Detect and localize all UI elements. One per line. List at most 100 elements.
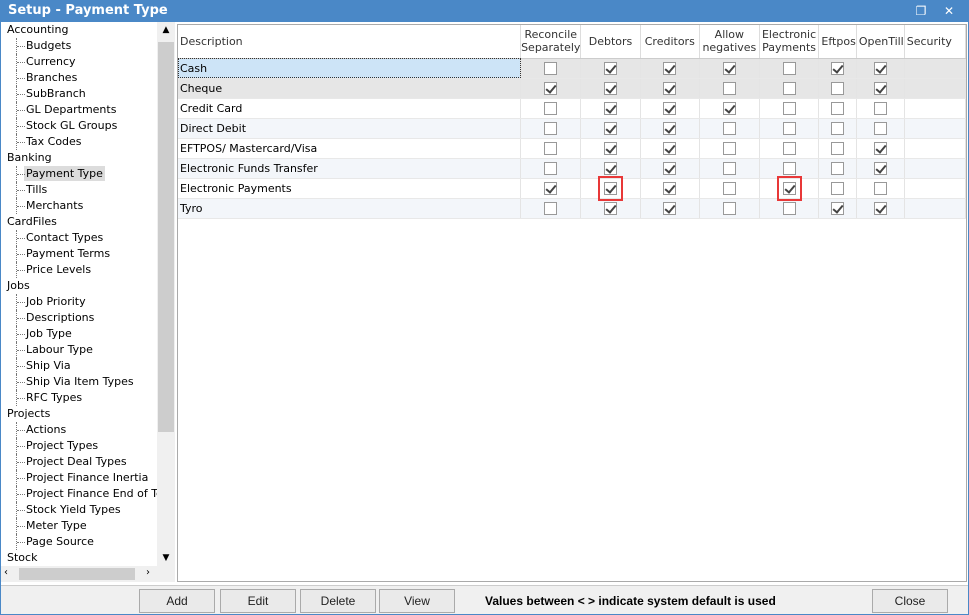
description-cell[interactable]: Cheque (178, 78, 522, 99)
checked-checkbox[interactable] (604, 141, 617, 155)
checked-checkbox[interactable] (663, 101, 677, 115)
checked-checkbox[interactable] (722, 61, 736, 75)
checked-checkbox[interactable] (873, 81, 887, 95)
unchecked-checkbox[interactable] (831, 181, 845, 195)
description-cell[interactable]: Electronic Funds Transfer (178, 158, 522, 179)
table-row[interactable]: Credit Card (178, 98, 967, 119)
tree-item[interactable]: Tills (1, 182, 157, 198)
scroll-thumb[interactable] (158, 42, 174, 432)
unchecked-checkbox[interactable] (544, 61, 558, 75)
description-cell[interactable]: Credit Card (178, 98, 522, 119)
tree-item[interactable]: Stock Yield Types (1, 502, 157, 518)
tree-item[interactable]: GL Departments (1, 102, 157, 118)
scroll-right-icon[interactable]: › (146, 567, 150, 578)
checked-checkbox[interactable] (663, 201, 677, 215)
checked-checkbox[interactable] (604, 121, 617, 135)
scroll-left-icon[interactable]: ‹ (4, 567, 8, 578)
unchecked-checkbox[interactable] (722, 181, 736, 195)
table-row[interactable]: Electronic Payments (178, 175, 967, 201)
restore-icon[interactable]: ❐ (910, 0, 932, 22)
tree-item[interactable]: Currency (1, 54, 157, 70)
column-header[interactable]: Description (178, 25, 522, 59)
unchecked-checkbox[interactable] (782, 161, 796, 175)
tree-category[interactable]: CardFiles (1, 214, 157, 230)
tree-item[interactable]: Stock GL Groups (1, 118, 157, 134)
unchecked-checkbox[interactable] (831, 101, 845, 115)
tree-category[interactable]: Banking (1, 150, 157, 166)
checked-checkbox[interactable] (873, 161, 887, 175)
scroll-thumb[interactable] (19, 568, 135, 580)
tree-item[interactable]: Price Levels (1, 262, 157, 278)
tree-item[interactable]: Page Source (1, 534, 157, 550)
checked-checkbox[interactable] (663, 161, 677, 175)
tree-item[interactable]: Ship Via Item Types (1, 374, 157, 390)
checked-checkbox[interactable] (831, 201, 845, 215)
unchecked-checkbox[interactable] (782, 141, 796, 155)
description-cell[interactable]: Tyro (178, 198, 522, 219)
unchecked-checkbox[interactable] (782, 81, 796, 95)
table-row[interactable]: EFTPOS/ Mastercard/Visa (178, 138, 967, 159)
unchecked-checkbox[interactable] (544, 141, 558, 155)
checked-checkbox[interactable] (604, 201, 617, 215)
tree-item[interactable]: Project Finance End of Term (1, 486, 157, 502)
tree-item[interactable]: Job Type (1, 326, 157, 342)
delete-button[interactable]: Delete (300, 589, 376, 613)
scroll-down-icon[interactable]: ▼ (157, 550, 175, 566)
checked-checkbox[interactable] (831, 61, 845, 75)
checked-checkbox[interactable] (604, 61, 617, 75)
tree-item[interactable]: Ship Via (1, 358, 157, 374)
unchecked-checkbox[interactable] (722, 121, 736, 135)
unchecked-checkbox[interactable] (831, 141, 845, 155)
checked-checkbox[interactable] (663, 181, 677, 195)
unchecked-checkbox[interactable] (544, 161, 558, 175)
unchecked-checkbox[interactable] (831, 121, 845, 135)
tree-item[interactable]: Payment Terms (1, 246, 157, 262)
checked-checkbox[interactable] (663, 61, 677, 75)
tree-item[interactable]: Contact Types (1, 230, 157, 246)
unchecked-checkbox[interactable] (782, 101, 796, 115)
checked-checkbox[interactable] (663, 141, 677, 155)
column-header[interactable]: Reconcile Separately (520, 25, 582, 59)
checked-checkbox[interactable] (544, 81, 558, 95)
view-button[interactable]: View (379, 589, 455, 613)
unchecked-checkbox[interactable] (722, 201, 736, 215)
checked-checkbox[interactable] (873, 141, 887, 155)
column-header[interactable]: Debtors (580, 25, 641, 59)
security-cell[interactable] (904, 198, 967, 219)
table-row[interactable]: Cheque (178, 78, 967, 99)
description-cell[interactable]: Electronic Payments (178, 178, 522, 199)
checked-checkbox[interactable] (604, 101, 617, 115)
tree-item[interactable]: Tax Codes (1, 134, 157, 150)
close-button[interactable]: Close (872, 589, 948, 613)
checked-checkbox[interactable] (663, 81, 677, 95)
description-cell[interactable]: Cash (178, 58, 522, 79)
unchecked-checkbox[interactable] (873, 121, 887, 135)
description-cell[interactable]: Direct Debit (178, 118, 522, 139)
column-header[interactable]: Allow negatives (699, 25, 760, 59)
unchecked-checkbox[interactable] (544, 101, 558, 115)
column-header[interactable]: OpenTill (856, 25, 905, 59)
unchecked-checkbox[interactable] (782, 201, 796, 215)
table-row[interactable]: Electronic Funds Transfer (178, 158, 967, 179)
security-cell[interactable] (904, 178, 967, 199)
checked-checkbox[interactable] (776, 175, 802, 201)
description-cell[interactable]: EFTPOS/ Mastercard/Visa (178, 138, 522, 159)
column-header[interactable]: Electronic Payments (759, 25, 820, 59)
tree-horizontal-scrollbar[interactable]: ‹ › (1, 566, 175, 582)
unchecked-checkbox[interactable] (544, 121, 558, 135)
security-cell[interactable] (904, 158, 967, 179)
checked-checkbox[interactable] (544, 181, 558, 195)
checked-checkbox[interactable] (873, 61, 887, 75)
checked-checkbox[interactable] (604, 161, 617, 175)
tree-item[interactable]: Branches (1, 70, 157, 86)
checked-checkbox[interactable] (598, 175, 623, 201)
unchecked-checkbox[interactable] (831, 161, 845, 175)
security-cell[interactable] (904, 78, 967, 99)
tree-item[interactable]: SubBranch (1, 86, 157, 102)
table-row[interactable]: Tyro (178, 198, 967, 219)
tree-item[interactable]: RFC Types (1, 390, 157, 406)
tree-item[interactable]: Meter Type (1, 518, 157, 534)
close-icon[interactable]: ✕ (938, 0, 960, 22)
table-row[interactable]: Cash (178, 58, 967, 79)
tree-item[interactable]: Actions (1, 422, 157, 438)
